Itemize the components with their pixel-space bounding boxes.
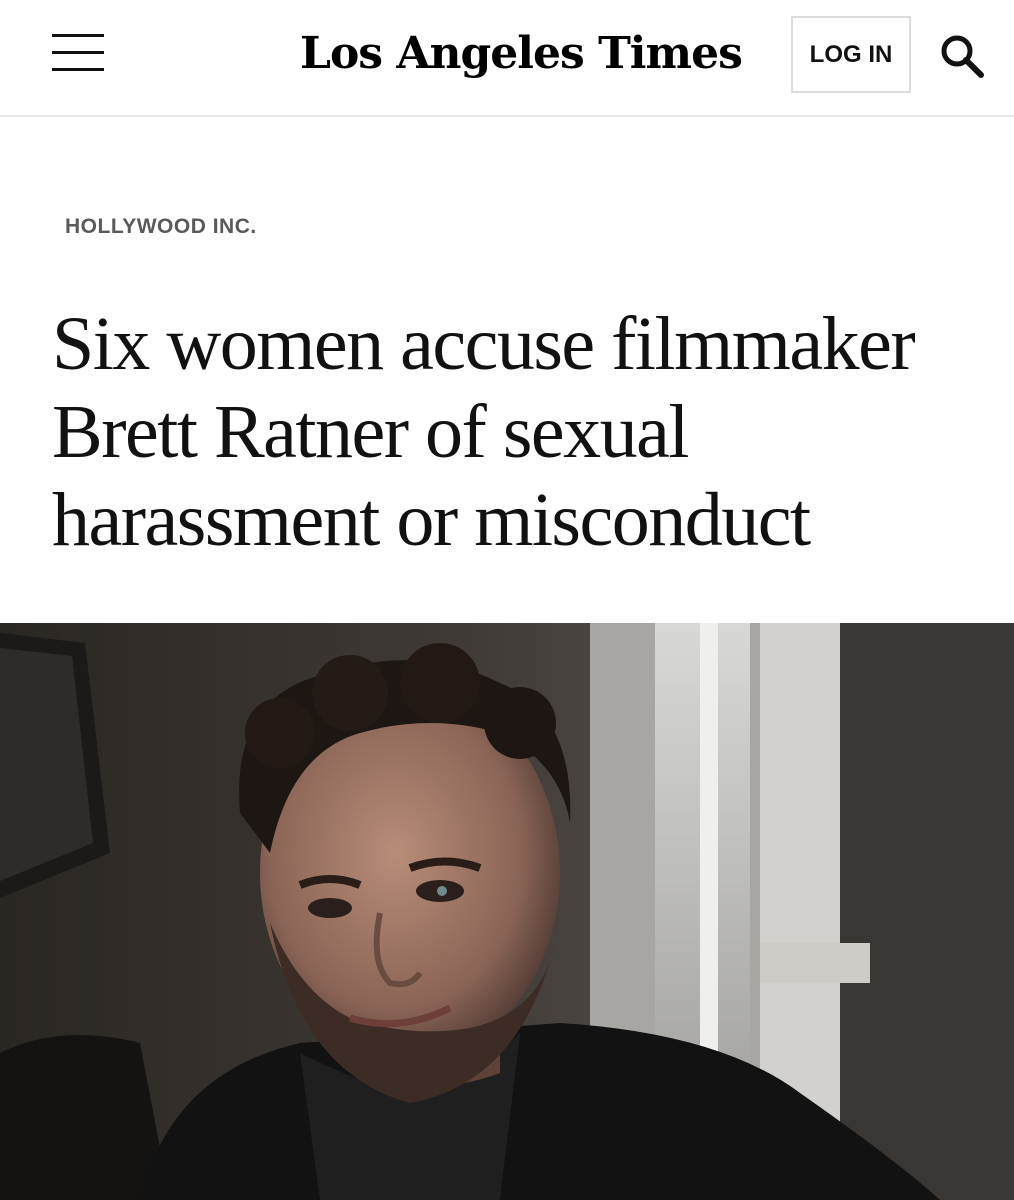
hair-curl <box>245 698 315 768</box>
search-icon[interactable] <box>938 32 986 80</box>
hair-curl <box>484 687 556 759</box>
hair-curl <box>312 655 388 731</box>
hair-curl <box>400 643 480 723</box>
iris <box>437 886 447 896</box>
article-headline: Six women accuse filmmaker Brett Ratner … <box>52 302 916 562</box>
menu-bar-bottom <box>52 68 104 71</box>
article-photo <box>0 623 1014 1200</box>
site-logo[interactable]: Los Angeles Times <box>300 24 743 84</box>
left-eye <box>308 898 352 918</box>
right-wall <box>840 623 1014 1200</box>
menu-bar-middle <box>52 51 104 54</box>
section-label[interactable]: HOLLYWOOD INC. <box>65 215 257 239</box>
window-sill <box>760 943 870 983</box>
menu-bar-top <box>52 34 104 37</box>
hamburger-menu-icon[interactable] <box>52 34 104 72</box>
login-button[interactable]: LOG IN <box>791 16 911 93</box>
site-header: Los Angeles Times LOG IN <box>0 0 1014 117</box>
